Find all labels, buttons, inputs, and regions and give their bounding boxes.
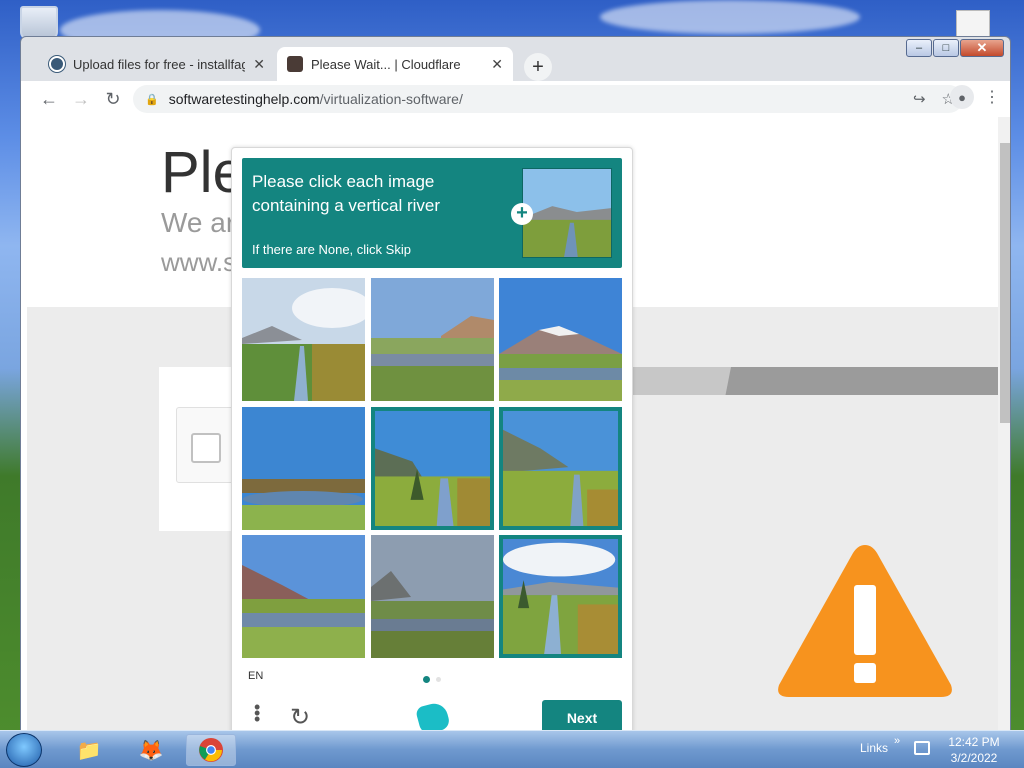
tab-title: Upload files for free - installfagc bbox=[73, 56, 245, 72]
taskbar: 📁 🦊 Links » 12:42 PM 3/2/2022 bbox=[0, 730, 1024, 768]
page-url-text: www.s bbox=[161, 247, 237, 277]
url-domain: softwaretestinghelp.com bbox=[168, 91, 320, 107]
language-selector[interactable]: EN bbox=[248, 670, 263, 682]
sample-image bbox=[522, 168, 612, 258]
page-indicator bbox=[436, 677, 441, 682]
browser-toolbar: ← → ↻ 🔒 softwaretestinghelp.com/virtuali… bbox=[21, 81, 1010, 117]
captcha-prompt: Please click each image containing a ver… bbox=[242, 158, 622, 268]
links-expand-icon[interactable]: » bbox=[894, 735, 900, 747]
file-explorer-icon[interactable]: 📁 bbox=[64, 734, 114, 766]
expand-sample-icon[interactable]: + bbox=[511, 203, 533, 225]
prompt-text: Please click each image containing a ver… bbox=[252, 170, 502, 218]
prompt-hint: If there are None, click Skip bbox=[252, 242, 411, 257]
browser-window: – □ ✕ Upload files for free - installfag… bbox=[20, 36, 1011, 738]
image-tile-2[interactable] bbox=[371, 278, 494, 401]
image-tile-5[interactable] bbox=[371, 407, 494, 530]
prompt-line-1: Please click each image bbox=[252, 172, 435, 191]
url-path: /virtualization-software/ bbox=[319, 91, 463, 107]
human-check-checkbox[interactable] bbox=[191, 433, 221, 463]
tab-cloudflare[interactable]: Please Wait... | Cloudflare ✕ bbox=[277, 47, 513, 81]
new-tab-button[interactable]: + bbox=[524, 53, 552, 81]
browser-menu-icon[interactable]: ⋮ bbox=[982, 87, 1002, 109]
start-button[interactable] bbox=[6, 733, 42, 767]
tab-strip: Upload files for free - installfagc ✕ Pl… bbox=[21, 41, 1010, 81]
image-tile-7[interactable] bbox=[242, 535, 365, 658]
cloudflare-favicon-icon bbox=[287, 56, 303, 72]
lock-icon[interactable]: 🔒 bbox=[145, 93, 159, 106]
system-clock[interactable]: 12:42 PM 3/2/2022 bbox=[944, 734, 1004, 766]
recycle-bin-icon[interactable] bbox=[20, 6, 58, 40]
decorative-stripe-highlight bbox=[621, 367, 731, 395]
tab-upload-files[interactable]: Upload files for free - installfagc ✕ bbox=[39, 47, 275, 81]
close-tab-icon[interactable]: ✕ bbox=[483, 56, 503, 73]
image-tile-6[interactable] bbox=[499, 407, 622, 530]
page-indicator-active bbox=[423, 676, 430, 683]
scrollbar-thumb[interactable] bbox=[1000, 143, 1010, 423]
captcha-refresh-icon[interactable]: ↻ bbox=[290, 703, 310, 732]
address-bar[interactable]: 🔒 softwaretestinghelp.com/virtualization… bbox=[133, 85, 963, 113]
forward-arrow-icon[interactable]: → bbox=[65, 83, 97, 115]
captcha-menu-icon[interactable]: • • • bbox=[254, 698, 260, 728]
page-scrollbar[interactable] bbox=[998, 117, 1010, 737]
share-icon[interactable]: ↪ bbox=[913, 90, 926, 108]
image-grid bbox=[242, 278, 622, 658]
image-tile-3[interactable] bbox=[499, 278, 622, 401]
image-tile-1[interactable] bbox=[242, 278, 365, 401]
close-tab-icon[interactable]: ✕ bbox=[245, 56, 265, 73]
captcha-challenge: Please click each image containing a ver… bbox=[231, 147, 633, 737]
cloud-favicon-icon bbox=[49, 56, 65, 72]
network-icon[interactable] bbox=[914, 741, 930, 755]
clock-date: 3/2/2022 bbox=[950, 751, 998, 765]
chrome-icon[interactable] bbox=[186, 734, 236, 766]
prompt-line-2: containing a vertical river bbox=[252, 196, 441, 215]
desktop-cloud bbox=[600, 0, 860, 34]
page-subtext: We ar bbox=[161, 207, 236, 238]
tab-title: Please Wait... | Cloudflare bbox=[311, 56, 461, 72]
image-tile-8[interactable] bbox=[371, 535, 494, 658]
links-toolbar[interactable]: Links bbox=[860, 741, 888, 755]
web-page: Ple We ar www.s Please click each image … bbox=[21, 117, 1010, 737]
profile-avatar-icon[interactable]: ● bbox=[950, 85, 974, 109]
firefox-icon[interactable]: 🦊 bbox=[126, 734, 176, 766]
back-arrow-icon[interactable]: ← bbox=[33, 83, 65, 115]
warning-triangle-icon bbox=[778, 545, 952, 697]
clock-time: 12:42 PM bbox=[948, 735, 1000, 749]
image-tile-4[interactable] bbox=[242, 407, 365, 530]
reload-icon[interactable]: ↻ bbox=[97, 83, 129, 115]
image-tile-9[interactable] bbox=[499, 535, 622, 658]
